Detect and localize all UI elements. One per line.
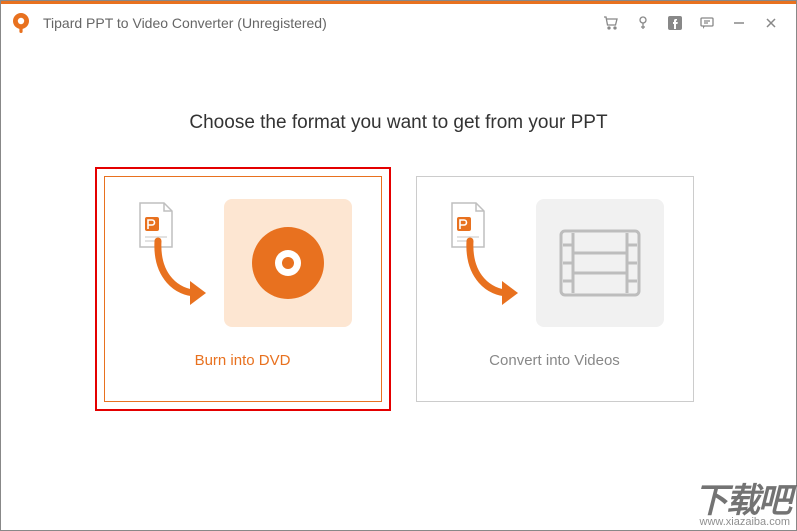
key-icon[interactable] (634, 14, 652, 32)
option-burn-dvd[interactable]: Burn into DVD (104, 176, 382, 402)
minimize-icon[interactable] (730, 14, 748, 32)
title-bar: Tipard PPT to Video Converter (Unregiste… (1, 4, 796, 42)
app-logo-icon (9, 11, 33, 35)
dvd-tile (224, 199, 352, 327)
burn-dvd-graphic (118, 191, 368, 336)
option-label: Burn into DVD (195, 352, 291, 369)
film-icon (559, 229, 641, 297)
convert-video-graphic (430, 191, 680, 336)
disc-icon (249, 224, 327, 302)
close-icon[interactable] (762, 14, 780, 32)
window-controls (602, 14, 788, 32)
page-heading: Choose the format you want to get from y… (189, 112, 607, 134)
watermark-text: 下载吧 (694, 473, 790, 522)
arrow-icon (464, 237, 522, 314)
facebook-icon[interactable] (666, 14, 684, 32)
app-title: Tipard PPT to Video Converter (Unregiste… (43, 15, 602, 31)
watermark-url: www.xiazaiba.com (694, 516, 790, 528)
watermark: 下载吧 www.xiazaiba.com (694, 473, 790, 528)
option-row: Burn into DVD (104, 176, 694, 402)
video-tile (536, 199, 664, 327)
cart-icon[interactable] (602, 14, 620, 32)
feedback-icon[interactable] (698, 14, 716, 32)
arrow-icon (152, 237, 210, 314)
option-convert-video[interactable]: Convert into Videos (416, 176, 694, 402)
main-content: Choose the format you want to get from y… (1, 42, 796, 402)
option-label: Convert into Videos (489, 352, 620, 369)
